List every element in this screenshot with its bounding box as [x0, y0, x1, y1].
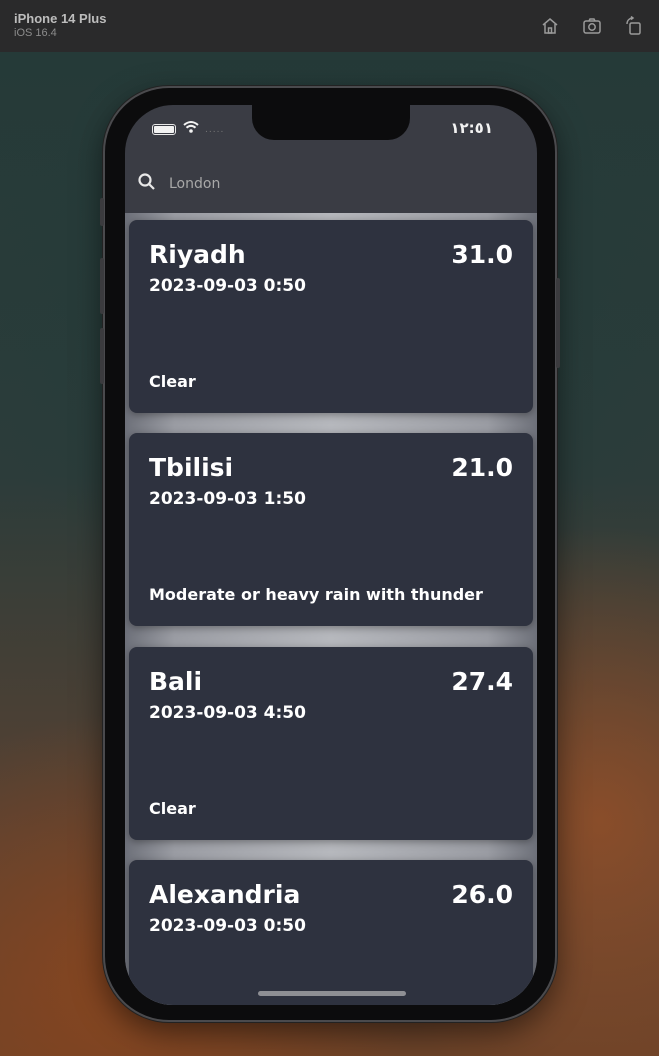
temperature: 31.0: [451, 240, 513, 269]
power-button: [556, 278, 560, 368]
city-name: Bali: [149, 667, 203, 696]
simulator-toolbar: iPhone 14 Plus iOS 16.4: [0, 0, 659, 52]
simulator-tools: [539, 15, 645, 37]
device-name: iPhone 14 Plus: [14, 11, 107, 27]
city-name: Tbilisi: [149, 453, 234, 482]
local-time: 2023-09-03 1:50: [149, 489, 306, 509]
simulator-title: iPhone 14 Plus iOS 16.4: [14, 11, 107, 40]
status-time: ١٢:٥١: [450, 119, 493, 137]
screenshot-icon[interactable]: [581, 15, 603, 37]
volume-down-button: [100, 328, 104, 384]
weather-card[interactable]: Alexandria 26.0 2023-09-03 0:50: [129, 860, 533, 1005]
weather-card[interactable]: Bali 27.4 2023-09-03 4:50 Clear: [129, 647, 533, 840]
wifi-icon: [183, 121, 199, 133]
weather-condition: Clear: [149, 799, 196, 818]
home-icon[interactable]: [539, 15, 561, 37]
weather-list: Riyadh 31.0 2023-09-03 0:50 Clear Tbilis…: [125, 209, 537, 1005]
local-time: 2023-09-03 4:50: [149, 703, 306, 723]
side-button: [100, 198, 104, 226]
temperature: 21.0: [451, 453, 513, 482]
weather-condition: Moderate or heavy rain with thunder: [149, 585, 483, 604]
os-version: iOS 16.4: [14, 27, 57, 40]
phone-frame: ..... ١٢:٥١ Riyadh 31.0 2023-09-03 0:50 …: [100, 86, 560, 1022]
weather-condition: Clear: [149, 372, 196, 391]
rotate-icon[interactable]: [623, 15, 645, 37]
notch: [252, 105, 410, 140]
weather-card[interactable]: Tbilisi 21.0 2023-09-03 1:50 Moderate or…: [129, 433, 533, 626]
cellular-signal: .....: [205, 125, 225, 135]
temperature: 26.0: [451, 880, 513, 909]
search-input[interactable]: [169, 176, 469, 192]
search-bar: [125, 155, 537, 213]
local-time: 2023-09-03 0:50: [149, 276, 306, 296]
battery-icon: [152, 124, 176, 135]
home-indicator[interactable]: [258, 991, 406, 996]
app-screen: ..... ١٢:٥١ Riyadh 31.0 2023-09-03 0:50 …: [125, 105, 537, 1005]
temperature: 27.4: [451, 667, 513, 696]
local-time: 2023-09-03 0:50: [149, 916, 306, 936]
search-icon: [137, 172, 157, 196]
city-name: Riyadh: [149, 240, 246, 269]
weather-card[interactable]: Riyadh 31.0 2023-09-03 0:50 Clear: [129, 220, 533, 413]
city-name: Alexandria: [149, 880, 301, 909]
volume-up-button: [100, 258, 104, 314]
